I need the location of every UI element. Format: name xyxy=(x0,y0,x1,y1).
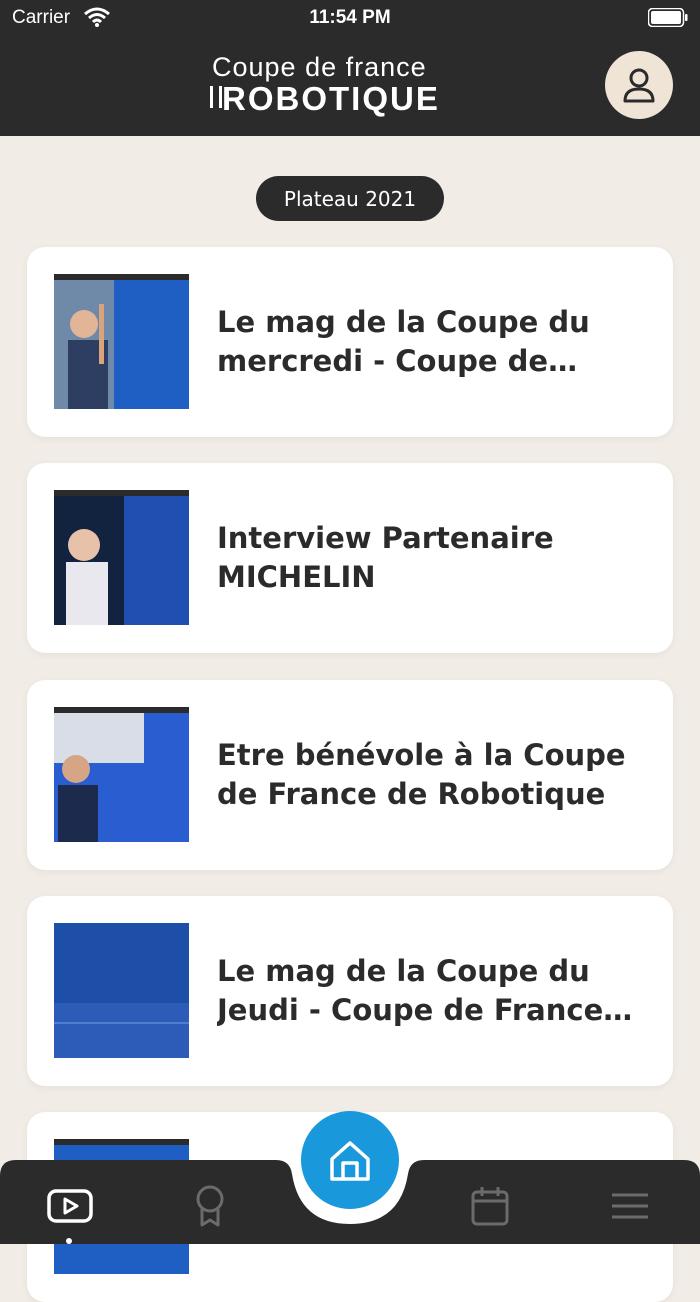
video-title: Le mag de la Coupe du Jeudi - Coupe de F… xyxy=(217,954,604,1027)
video-title: Etre bénévole à la Coupe de France de Ro… xyxy=(217,738,626,811)
logo-line-1: Coupe de france xyxy=(212,52,427,82)
video-card[interactable]: Le mag de la Coupe du mercredi - Coupe d… xyxy=(27,247,673,437)
active-tab-indicator xyxy=(66,1238,72,1244)
section-label: Plateau 2021 xyxy=(256,176,444,221)
video-card[interactable]: Le mag de la Coupe du Jeudi - Coupe de F… xyxy=(27,896,673,1086)
battery-icon xyxy=(648,8,688,27)
video-thumbnail xyxy=(54,490,189,625)
app-header: Coupe de france ROBOTIQUE xyxy=(0,36,700,136)
tab-videos[interactable] xyxy=(46,1182,94,1230)
tab-awards[interactable] xyxy=(186,1182,234,1230)
tab-calendar[interactable] xyxy=(466,1182,514,1230)
status-bar: Carrier 11:54 PM xyxy=(0,0,700,36)
logo-de-mark xyxy=(210,86,222,108)
menu-icon xyxy=(612,1193,648,1219)
award-icon xyxy=(196,1185,224,1227)
app-logo: Coupe de france ROBOTIQUE xyxy=(208,52,492,118)
video-thumbnail xyxy=(54,923,189,1058)
video-card[interactable]: Etre bénévole à la Coupe de France de Ro… xyxy=(27,680,673,870)
play-icon xyxy=(47,1189,93,1223)
video-thumbnail xyxy=(54,707,189,842)
home-icon xyxy=(330,1141,370,1181)
calendar-icon xyxy=(471,1187,509,1226)
home-button[interactable] xyxy=(301,1111,399,1209)
video-title: Interview Partenaire MICHELIN xyxy=(217,521,554,594)
video-title: Le mag de la Coupe du mercredi - Coupe d… xyxy=(217,305,590,378)
tab-menu[interactable] xyxy=(606,1182,654,1230)
logo-line-2: ROBOTIQUE xyxy=(222,80,440,117)
video-thumbnail xyxy=(54,274,189,409)
clock: 11:54 PM xyxy=(309,7,391,28)
profile-button[interactable] xyxy=(605,51,673,119)
user-icon xyxy=(623,68,655,103)
video-card[interactable]: Interview Partenaire MICHELIN xyxy=(27,463,673,653)
